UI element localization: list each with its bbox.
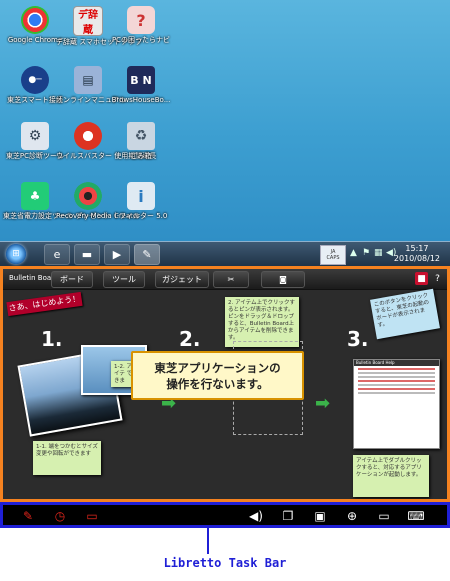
volume-button[interactable]: ◀) — [247, 507, 265, 524]
chevron-up-icon[interactable]: ▲ — [350, 248, 357, 258]
ime-bar[interactable]: JA CAPS — [320, 245, 346, 265]
power-tool-icon: ♣ — [21, 182, 49, 210]
step-1-number: 1. — [41, 327, 63, 351]
menu-gadget-button[interactable]: ガジェット — [155, 271, 209, 288]
start-banner: さあ、はじめよう！ — [6, 291, 83, 317]
callout-line-2: 操作を行ないます。 — [166, 376, 269, 391]
screen-icon: ▣ — [314, 508, 326, 523]
note-step-3[interactable]: アイテム上でダブルクリックすると、対応するアプリケーションが起動します。 — [353, 455, 429, 497]
toshiba-board-button[interactable]: ■ — [415, 272, 428, 285]
clock-button[interactable]: ◷ — [51, 507, 69, 524]
folder-icon: ▬ — [81, 248, 93, 261]
system-clock[interactable]: 15:17 2010/08/12 — [394, 244, 440, 264]
bulletin-board-menubar: Bulletin Board ボード ツール ガジェット ✂ ◙ ■ ? — [3, 269, 447, 290]
card-line — [358, 376, 435, 378]
camera-button[interactable]: ◙ — [261, 271, 305, 288]
pin-icon: ✎ — [22, 508, 34, 523]
card-line — [358, 368, 435, 370]
antivirus-icon — [74, 122, 102, 150]
zoom-in-icon: ⊕ — [346, 508, 358, 523]
clock-date: 2010/08/12 — [393, 254, 440, 263]
desktop-icon-recycle-bin[interactable]: ♻ ごみ箱 — [109, 122, 173, 161]
note-step-2[interactable]: 2. アイテム上でクリックするとピンが表示されます。ピンをドラッグ＆ドロップする… — [225, 297, 299, 347]
window-switch-button[interactable]: ❐ — [279, 507, 297, 524]
note-step-1-1[interactable]: 1-1. 端をつかむとサイズ変更や回転ができます — [33, 441, 101, 475]
recycle-bin-icon: ♻ — [127, 122, 155, 150]
zoom-button[interactable]: ⊕ — [343, 507, 361, 524]
chrome-icon — [21, 6, 49, 34]
display-button[interactable]: ▭ — [375, 507, 393, 524]
screen-button[interactable]: ▣ — [311, 507, 329, 524]
callout-line-1: 東芝アプリケーションの — [154, 360, 281, 375]
help-icon: ? — [435, 273, 440, 284]
libretto-task-bar-caption: Libretto Task Bar — [163, 556, 287, 570]
desktop-icon-label: ごみ箱 — [130, 152, 152, 160]
card-line — [358, 388, 435, 390]
help-button[interactable]: ? — [431, 272, 444, 285]
step-3-number: 3. — [347, 327, 369, 351]
internet-explorer-icon: e — [53, 248, 61, 261]
desktop-icon-label: i-フィルター 5.0 — [114, 212, 168, 220]
keyboard-button[interactable]: ⌨ — [407, 507, 425, 524]
ie-taskbar-button[interactable]: e — [44, 244, 70, 265]
folder-button[interactable]: ▭ — [83, 507, 101, 524]
desktop: Google Chrome ●─ 東芝スマート接続 ⚙ 東芝PC診断ツール ♣ … — [0, 0, 450, 241]
red-square-icon: ■ — [417, 273, 426, 284]
callout-box: 東芝アプリケーションの 操作を行ないます。 — [131, 351, 304, 400]
desktop-icon-browshouse[interactable]: B N BrowsHouseBo... — [109, 66, 173, 105]
bulletin-board-icon: ✎ — [142, 248, 152, 261]
toshiba-bn-icon: B N — [127, 66, 155, 94]
card-header: Bulletin Board Help — [354, 360, 439, 366]
desktop-icon-help-guide[interactable]: ? PCの困ったらナビ — [109, 6, 173, 45]
card-line — [358, 380, 435, 382]
media-player-taskbar-button[interactable]: ▶ — [104, 244, 130, 265]
cut-button[interactable]: ✂ — [213, 271, 249, 288]
display-icon: ▭ — [378, 508, 390, 523]
desktop-icon-i-filter[interactable]: i i-フィルター 5.0 — [109, 182, 173, 221]
dictionary-app-icon: デ辞蔵 — [73, 6, 103, 36]
network-icon[interactable]: ▦ — [374, 248, 383, 258]
libretto-task-bar: ✎ ◷ ▭ ◀) ❐ ▣ ⊕ ▭ ⌨ — [0, 502, 450, 528]
clock-icon: ◷ — [54, 508, 66, 523]
start-button[interactable]: ⊞ — [6, 244, 26, 264]
i-filter-icon: i — [127, 182, 155, 210]
card-line — [358, 384, 435, 386]
caption-pointer-line — [207, 528, 209, 554]
windows-taskbar: ⊞ e ▬ ▶ ✎ JA CAPS ▲ ⚑ ▦ ◀) 15:17 2010/08… — [0, 241, 450, 266]
help-screenshot-card[interactable]: Bulletin Board Help — [353, 359, 440, 449]
pin-button[interactable]: ✎ — [19, 507, 37, 524]
card-line — [358, 392, 435, 394]
diagnostic-tool-icon: ⚙ — [21, 122, 49, 150]
menu-board-button[interactable]: ボード — [51, 271, 93, 288]
clock-time: 15:17 — [405, 244, 429, 253]
card-line — [358, 372, 435, 374]
manual-icon: ▤ — [74, 66, 102, 94]
help-guide-icon: ? — [127, 6, 155, 34]
bulletin-board-taskbar-button[interactable]: ✎ — [134, 244, 160, 265]
desktop-icon-label: PCの困ったらナビ — [111, 36, 171, 44]
menu-tool-button[interactable]: ツール — [103, 271, 145, 288]
key-icon: ●─ — [21, 66, 49, 94]
desktop-icon-label: BrowsHouseBo... — [111, 96, 171, 104]
disc-icon — [74, 182, 102, 210]
bulletin-board-window: Bulletin Board ボード ツール ガジェット ✂ ◙ ■ ? さあ、… — [0, 266, 450, 502]
note-blue-tip[interactable]: このボタンをクリックすると、東芝の起動のボードが表示されます。 — [370, 288, 440, 340]
flag-icon[interactable]: ⚑ — [362, 248, 370, 258]
ime-caps: CAPS — [326, 255, 340, 261]
camera-icon: ◙ — [279, 275, 287, 284]
speaker-icon: ◀) — [249, 508, 263, 523]
step-2-number: 2. — [179, 327, 201, 351]
folder-icon: ▭ — [86, 508, 98, 523]
play-icon: ▶ — [112, 248, 122, 261]
arrow-right-icon: ➡ — [315, 393, 331, 414]
keyboard-icon: ⌨ — [407, 508, 425, 523]
scissors-icon: ✂ — [227, 275, 235, 284]
explorer-taskbar-button[interactable]: ▬ — [74, 244, 100, 265]
windows-stack-icon: ❐ — [282, 508, 294, 523]
